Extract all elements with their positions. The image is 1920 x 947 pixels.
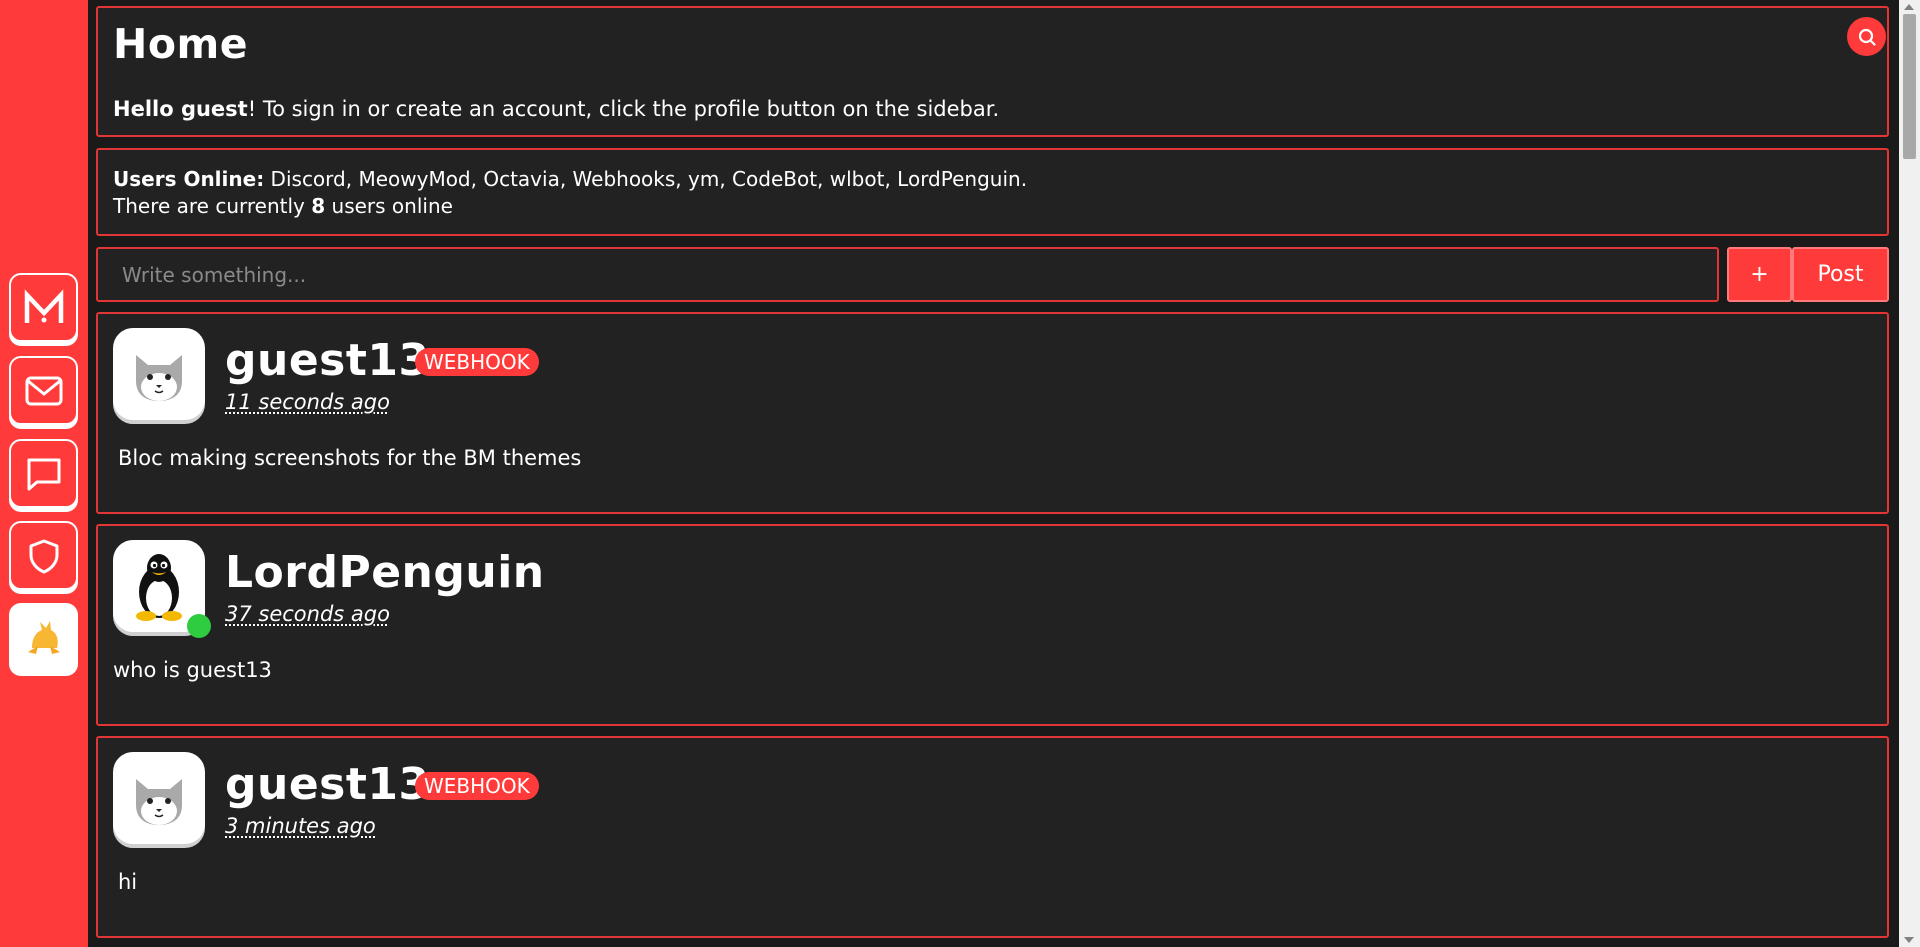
post-button[interactable]: Post xyxy=(1792,247,1889,302)
users-online-panel: Users Online: Discord, MeowyMod, Octavia… xyxy=(96,148,1889,236)
greeting-bold: Hello guest xyxy=(113,97,248,121)
users-online-list: Users Online: Discord, MeowyMod, Octavia… xyxy=(113,167,1027,191)
post-input[interactable] xyxy=(98,249,1717,300)
scroll-up-arrow-icon[interactable] xyxy=(1904,4,1914,10)
search-icon xyxy=(1858,28,1876,46)
post-card: guest13 WEBHOOK 3 minutes ago hi xyxy=(96,736,1889,938)
main-content: Home Hello guest! To sign in or create a… xyxy=(96,0,1891,947)
page-scrollbar[interactable] xyxy=(1899,0,1920,947)
search-button[interactable] xyxy=(1847,17,1886,56)
moderation-button[interactable] xyxy=(9,521,78,590)
post-avatar[interactable] xyxy=(113,752,205,844)
cat-avatar-icon xyxy=(136,779,182,825)
users-online-count-suffix: users online xyxy=(325,194,453,218)
shield-icon xyxy=(29,539,58,573)
webhook-badge: WEBHOOK xyxy=(415,348,539,376)
post-card: guest13 WEBHOOK 11 seconds ago Bloc maki… xyxy=(96,312,1889,514)
post-avatar[interactable] xyxy=(113,328,205,420)
greeting-rest: ! To sign in or create an account, click… xyxy=(247,97,1000,121)
post-body: who is guest13 xyxy=(113,658,272,682)
post-timestamp: 37 seconds ago xyxy=(225,602,390,626)
post-body: Bloc making screenshots for the BM theme… xyxy=(118,446,582,470)
page-title: Home xyxy=(113,20,249,68)
post-body: hi xyxy=(118,870,138,894)
post-card: LordPenguin 37 seconds ago who is guest1… xyxy=(96,524,1889,726)
chat-bubble-icon xyxy=(27,458,60,490)
sidebar xyxy=(0,0,88,947)
scroll-down-arrow-icon[interactable] xyxy=(1904,937,1914,943)
users-online-count: There are currently 8 users online xyxy=(113,194,453,218)
cat-avatar-icon xyxy=(136,355,182,401)
users-online-count-number: 8 xyxy=(311,194,326,218)
online-status-dot xyxy=(187,614,211,638)
meowy-logo-button[interactable] xyxy=(9,273,78,342)
profile-avatar-icon xyxy=(27,620,60,654)
post-timestamp: 11 seconds ago xyxy=(225,390,390,414)
post-timestamp: 3 minutes ago xyxy=(225,814,376,838)
users-online-label: Users Online: xyxy=(113,167,265,191)
home-panel: Home Hello guest! To sign in or create a… xyxy=(96,6,1889,137)
meowy-logo-icon xyxy=(24,288,63,323)
post-author[interactable]: guest13 xyxy=(225,763,430,807)
attach-button[interactable]: + xyxy=(1727,247,1792,302)
users-online-count-prefix: There are currently xyxy=(113,194,312,218)
post-author[interactable]: guest13 xyxy=(225,339,430,383)
mail-icon xyxy=(25,376,62,405)
profile-button[interactable] xyxy=(9,603,78,672)
post-author[interactable]: LordPenguin xyxy=(225,551,545,595)
webhook-badge: WEBHOOK xyxy=(415,772,539,800)
greeting-text: Hello guest! To sign in or create an acc… xyxy=(113,97,999,122)
users-online-names: Discord, MeowyMod, Octavia, Webhooks, ym… xyxy=(264,167,1028,191)
chats-button[interactable] xyxy=(9,439,78,508)
scroll-thumb[interactable] xyxy=(1903,14,1916,159)
messages-button[interactable] xyxy=(9,356,78,425)
penguin-avatar-icon xyxy=(136,554,182,621)
post-composer xyxy=(96,247,1719,302)
